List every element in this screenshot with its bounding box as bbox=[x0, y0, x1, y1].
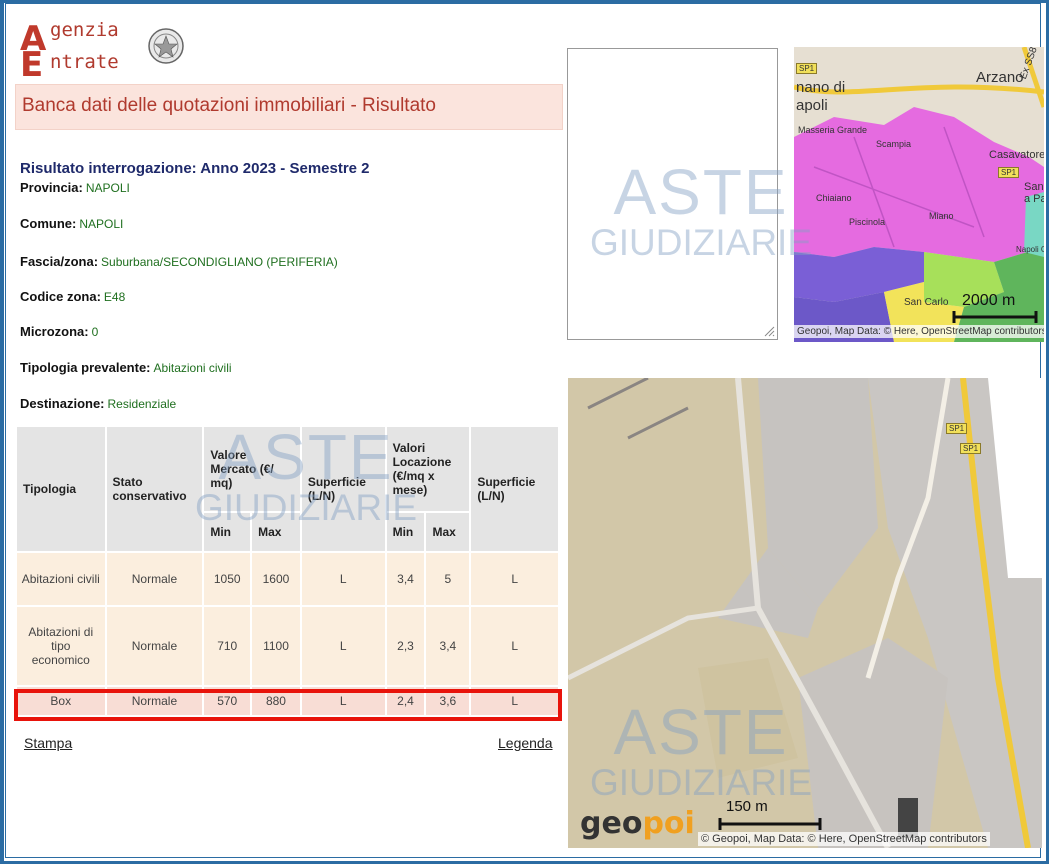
header-valore-mercato: Valore Mercato (€/ mq) bbox=[202, 425, 302, 513]
geopoi-logo: geopoi bbox=[580, 806, 695, 841]
field-label: Microzona: bbox=[20, 324, 89, 339]
map-label: nano di bbox=[796, 79, 846, 96]
field-value: NAPOLI bbox=[79, 217, 124, 231]
route-badge: SP1 bbox=[796, 63, 818, 74]
header-min-locazione: Min bbox=[384, 511, 427, 553]
overview-map[interactable]: Arzano nano di apoli Masseria Grande Sca… bbox=[794, 47, 1044, 342]
field-value: Residenziale bbox=[107, 397, 177, 411]
field-value: 0 bbox=[91, 325, 99, 339]
detail-map[interactable]: SP1 SP1 geopoi 150 m © Geopoi, Map Data:… bbox=[568, 378, 1042, 848]
cell-min: 570 bbox=[202, 685, 253, 717]
cell-loc-min: 3,4 bbox=[384, 551, 427, 607]
map-label: Masseria Grande bbox=[798, 125, 868, 135]
print-link[interactable]: Stampa bbox=[24, 735, 72, 751]
map-label: apoli bbox=[796, 97, 828, 114]
quotations-table: Tipologia Stato conservativo Valore Merc… bbox=[15, 425, 560, 717]
cell-loc-max: 3,6 bbox=[424, 685, 472, 717]
map-label: Scampia bbox=[876, 139, 912, 149]
cell-max: 880 bbox=[250, 685, 302, 717]
logo-text-entrate: ntrate bbox=[50, 51, 119, 73]
geopoi-logo-geo: geo bbox=[580, 806, 643, 841]
header-stato-conservativo: Stato conservativo bbox=[104, 425, 205, 553]
resize-grip-icon[interactable] bbox=[763, 325, 775, 337]
header-min-mercato: Min bbox=[202, 511, 253, 553]
notes-textarea[interactable] bbox=[567, 48, 778, 340]
cell-max: 1600 bbox=[250, 551, 302, 607]
cell-loc-min: 2,4 bbox=[384, 685, 427, 717]
cell-loc-max: 5 bbox=[424, 551, 472, 607]
header-max-mercato: Max bbox=[250, 511, 302, 553]
page-header-bar: Banca dati delle quotazioni immobiliari … bbox=[15, 84, 563, 130]
map-label: Chiaiano bbox=[816, 193, 852, 203]
field-codice-zona: Codice zona: E48 bbox=[20, 289, 125, 304]
legend-link[interactable]: Legenda bbox=[498, 735, 553, 751]
field-label: Codice zona: bbox=[20, 289, 101, 304]
cell-superficie: L bbox=[299, 551, 387, 607]
route-badge: SP1 bbox=[998, 167, 1020, 178]
geopoi-logo-poi: poi bbox=[642, 806, 695, 841]
result-title: Risultato interrogazione: Anno 2023 - Se… bbox=[20, 160, 370, 177]
table-row: Abitazioni di tipo economico Normale 710… bbox=[15, 605, 560, 687]
agenzia-entrate-logo: A genzia E ntrate bbox=[18, 18, 198, 85]
cell-stato: Normale bbox=[104, 551, 205, 607]
cell-tipologia: Abitazioni di tipo economico bbox=[15, 605, 107, 687]
field-provincia: Provincia: NAPOLI bbox=[20, 180, 130, 195]
header-valori-locazione: Valori Locazione (€/mq x mese) bbox=[384, 425, 472, 513]
field-value: E48 bbox=[103, 290, 126, 304]
map-scale-bar bbox=[718, 818, 822, 830]
map-label: a Pat bbox=[1024, 193, 1044, 205]
field-value: NAPOLI bbox=[85, 181, 130, 195]
map-attribution: © Geopoi, Map Data: © Here, OpenStreetMa… bbox=[698, 832, 990, 846]
map-scale-label: 2000 m bbox=[962, 292, 1016, 309]
map-label: Casavatore bbox=[989, 149, 1044, 161]
field-tipologia-prevalente: Tipologia prevalente: Abitazioni civili bbox=[20, 360, 232, 375]
header-max-locazione: Max bbox=[424, 511, 472, 553]
field-label: Fascia/zona: bbox=[20, 254, 99, 269]
field-label: Tipologia prevalente: bbox=[20, 360, 151, 375]
map-label: San bbox=[1024, 181, 1044, 193]
map-label: Piscinola bbox=[849, 217, 886, 227]
page-title: Banca dati delle quotazioni immobiliari … bbox=[22, 95, 436, 116]
field-value: Abitazioni civili bbox=[153, 361, 232, 375]
cell-stato: Normale bbox=[104, 685, 205, 717]
cell-loc-min: 2,3 bbox=[384, 605, 427, 687]
cell-superficie: L bbox=[299, 605, 387, 687]
field-comune: Comune: NAPOLI bbox=[20, 216, 123, 231]
cell-superficie-loc: L bbox=[469, 551, 560, 607]
map-label: San Carlo bbox=[904, 297, 949, 308]
field-label: Provincia: bbox=[20, 180, 83, 195]
cell-loc-max: 3,4 bbox=[424, 605, 472, 687]
field-fascia-zona: Fascia/zona: Suburbana/SECONDIGLIANO (PER… bbox=[20, 254, 338, 269]
cell-superficie: L bbox=[299, 685, 387, 717]
map-label: Miano bbox=[929, 211, 954, 221]
logo-letter-e: E bbox=[20, 45, 44, 85]
cell-tipologia: Box bbox=[15, 685, 107, 717]
header-superficie: Superficie (L/N) bbox=[299, 425, 387, 553]
logo-text-agenzia: genzia bbox=[50, 19, 119, 41]
cell-min: 710 bbox=[202, 605, 253, 687]
cell-superficie-loc: L bbox=[469, 605, 560, 687]
route-badge: SP1 bbox=[946, 423, 968, 434]
map-label: Arzano bbox=[976, 69, 1024, 86]
cell-stato: Normale bbox=[104, 605, 205, 687]
map-scale-bar bbox=[952, 311, 1038, 323]
header-tipologia: Tipologia bbox=[15, 425, 107, 553]
header-superficie-locazione: Superficie (L/N) bbox=[469, 425, 560, 553]
cell-tipologia: Abitazioni civili bbox=[15, 551, 107, 607]
map-label: Napoli Ca bbox=[1016, 245, 1044, 254]
table-row: Abitazioni civili Normale 1050 1600 L 3,… bbox=[15, 551, 560, 607]
map-scale-label: 150 m bbox=[726, 798, 768, 815]
field-label: Destinazione: bbox=[20, 396, 105, 411]
field-label: Comune: bbox=[20, 216, 77, 231]
field-microzona: Microzona: 0 bbox=[20, 324, 98, 339]
table-row-highlighted: Box Normale 570 880 L 2,4 3,6 L bbox=[15, 685, 560, 717]
field-value: Suburbana/SECONDIGLIANO (PERIFERIA) bbox=[101, 255, 338, 269]
cell-superficie-loc: L bbox=[469, 685, 560, 717]
cell-max: 1100 bbox=[250, 605, 302, 687]
map-attribution: Geopoi, Map Data: © Here, OpenStreetMap … bbox=[794, 325, 1044, 338]
italian-emblem-icon bbox=[148, 28, 184, 64]
route-badge: SP1 bbox=[960, 443, 982, 454]
field-destinazione: Destinazione: Residenziale bbox=[20, 396, 176, 411]
cell-min: 1050 bbox=[202, 551, 253, 607]
